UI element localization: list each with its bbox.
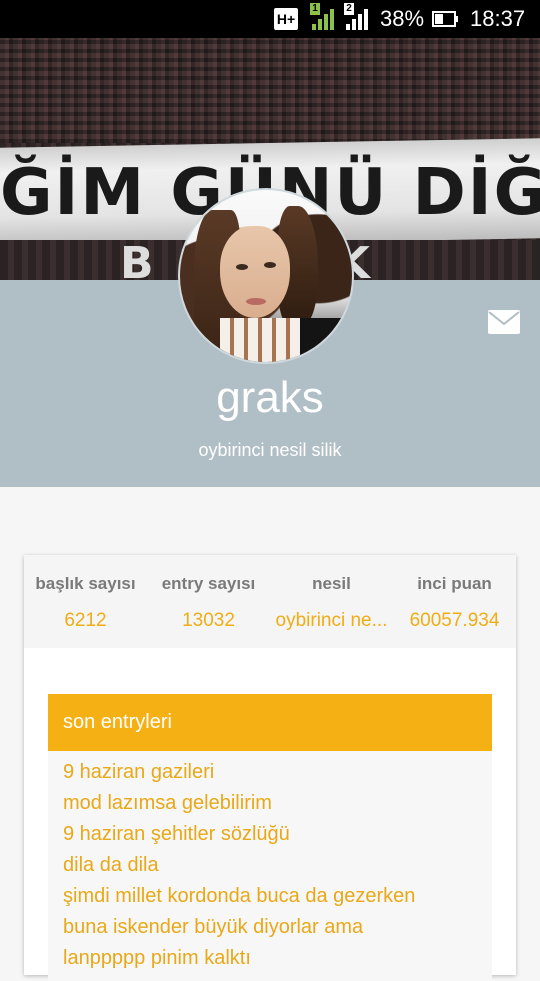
clock: 18:37 <box>470 6 526 31</box>
sim1-badge: 1 <box>310 3 320 15</box>
entry-link[interactable]: şimdi millet kordonda buca da gezerken <box>63 885 415 908</box>
stat-value: 6212 <box>64 610 107 631</box>
entry-link[interactable]: lanppppp pinim kalktı <box>63 947 251 970</box>
stat-label: entry sayısı <box>161 574 256 593</box>
stat-baslik-sayisi: başlık sayısı 6212 <box>24 555 147 648</box>
entry-link[interactable]: dila da dila <box>63 854 159 877</box>
stat-label: nesil <box>312 574 351 593</box>
stat-nesil: nesil oybirinci ne... <box>270 555 393 648</box>
battery-icon <box>432 0 460 38</box>
cover-crowd <box>0 38 540 143</box>
status-bar: H+ 1 2 38% 18:37 <box>0 0 540 38</box>
network-type-indicator: H+ <box>274 8 298 30</box>
signal-icon: 2 <box>342 0 368 38</box>
recent-entries-header: son entryleri <box>48 694 492 751</box>
stat-value: 60057.934 <box>409 610 500 631</box>
avatar-lips <box>246 298 266 305</box>
recent-entries-list: 9 haziran gazileri mod lazımsa gelebilir… <box>48 751 492 981</box>
mail-button[interactable] <box>487 309 521 335</box>
stat-inci-puan: inci puan 60057.934 <box>393 555 516 648</box>
profile-card: başlık sayısı 6212 entry sayısı 13032 ne… <box>24 555 516 981</box>
avatar-shirt <box>300 318 352 362</box>
stat-label: başlık sayısı <box>35 574 136 593</box>
entry-link[interactable]: buna iskender büyük diyorlar ama <box>63 916 363 939</box>
avatar[interactable] <box>178 188 354 364</box>
entry-link[interactable]: 9 haziran şehitler sözlüğü <box>63 823 290 846</box>
signal-icon: 1 <box>308 0 334 38</box>
avatar-eye <box>264 262 276 268</box>
stat-entry-sayisi: entry sayısı 13032 <box>147 555 270 648</box>
stat-value: 13032 <box>182 610 235 631</box>
entry-link[interactable]: mod lazımsa gelebilirim <box>63 792 272 815</box>
avatar-eye <box>236 264 248 270</box>
sim2-badge: 2 <box>344 3 354 15</box>
stat-label: inci puan <box>417 574 492 593</box>
entry-link[interactable]: 9 haziran gazileri <box>63 761 214 784</box>
stats-row: başlık sayısı 6212 entry sayısı 13032 ne… <box>24 555 516 648</box>
stat-value: oybirinci ne... <box>275 610 388 631</box>
mail-icon <box>488 310 520 334</box>
battery-percent: 38% <box>380 6 425 31</box>
username: graks <box>216 373 324 422</box>
user-subtitle: oybirinci nesil silik <box>198 440 342 460</box>
